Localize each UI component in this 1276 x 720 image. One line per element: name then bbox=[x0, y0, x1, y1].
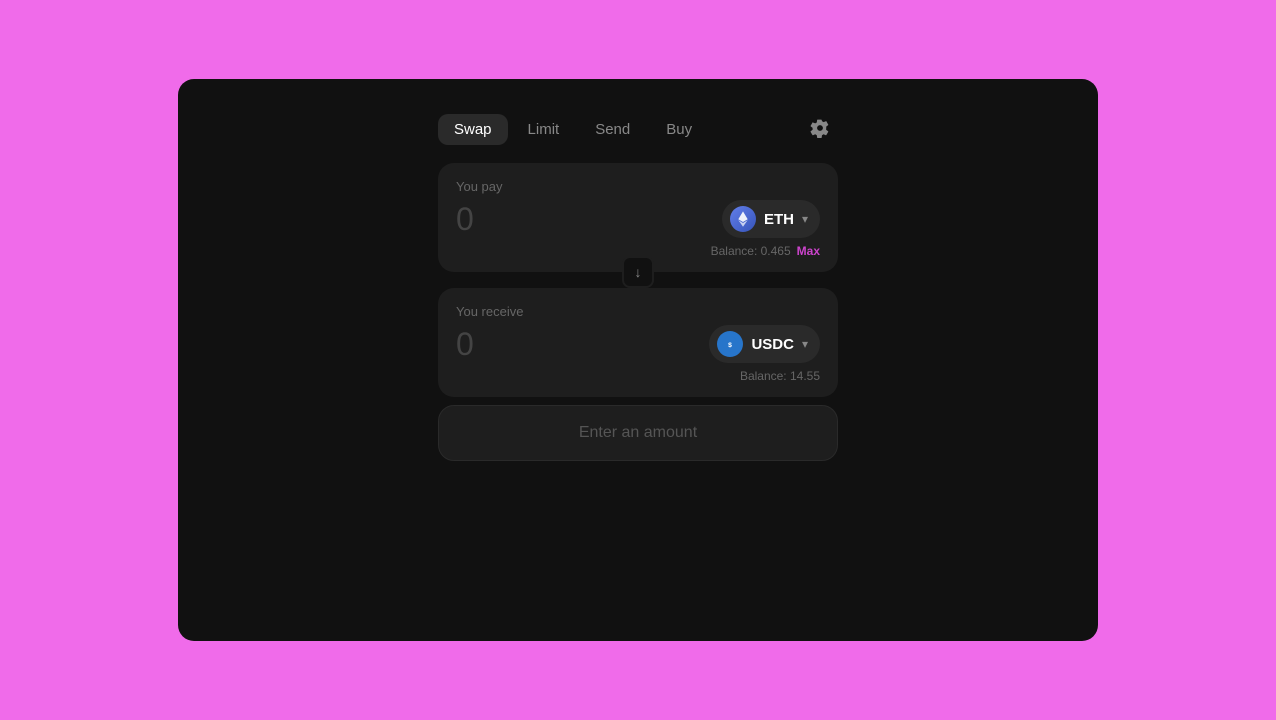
swap-direction-button[interactable]: ↓ bbox=[622, 256, 654, 288]
tabs-row: Swap Limit Send Buy bbox=[438, 111, 838, 147]
tab-swap[interactable]: Swap bbox=[438, 114, 508, 145]
enter-amount-button[interactable]: Enter an amount bbox=[438, 405, 838, 461]
app-window: Swap Limit Send Buy You pay bbox=[178, 79, 1098, 641]
receive-token-name: USDC bbox=[751, 336, 794, 353]
pay-row: ETH ▾ bbox=[456, 200, 820, 238]
receive-balance-row: Balance: 14.55 bbox=[456, 369, 820, 383]
pay-token-name: ETH bbox=[764, 211, 794, 228]
usdc-token-icon: $ bbox=[717, 331, 743, 357]
pay-token-selector[interactable]: ETH ▾ bbox=[722, 200, 820, 238]
tab-send[interactable]: Send bbox=[579, 114, 646, 145]
pay-balance-text: Balance: 0.465 bbox=[711, 244, 791, 258]
pay-label: You pay bbox=[456, 179, 820, 194]
receive-balance-text: Balance: 14.55 bbox=[740, 369, 820, 383]
receive-token-chevron-icon: ▾ bbox=[802, 337, 808, 351]
pay-token-chevron-icon: ▾ bbox=[802, 212, 808, 226]
receive-label: You receive bbox=[456, 304, 820, 319]
receive-row: $ USDC ▾ bbox=[456, 325, 820, 363]
eth-token-icon bbox=[730, 206, 756, 232]
settings-button[interactable] bbox=[802, 111, 838, 147]
pay-amount-input[interactable] bbox=[456, 201, 638, 238]
max-button[interactable]: Max bbox=[797, 244, 820, 258]
arrow-spacer: ↓ bbox=[438, 272, 838, 284]
svg-text:$: $ bbox=[729, 342, 733, 349]
arrow-down-icon: ↓ bbox=[635, 264, 642, 280]
receive-amount-input[interactable] bbox=[456, 326, 638, 363]
tab-limit[interactable]: Limit bbox=[512, 114, 576, 145]
receive-panel: You receive $ USDC ▾ Balance: 14.55 bbox=[438, 288, 838, 397]
swap-widget: Swap Limit Send Buy You pay bbox=[438, 111, 838, 461]
gear-icon bbox=[810, 118, 830, 141]
tab-buy[interactable]: Buy bbox=[650, 114, 708, 145]
receive-token-selector[interactable]: $ USDC ▾ bbox=[709, 325, 820, 363]
